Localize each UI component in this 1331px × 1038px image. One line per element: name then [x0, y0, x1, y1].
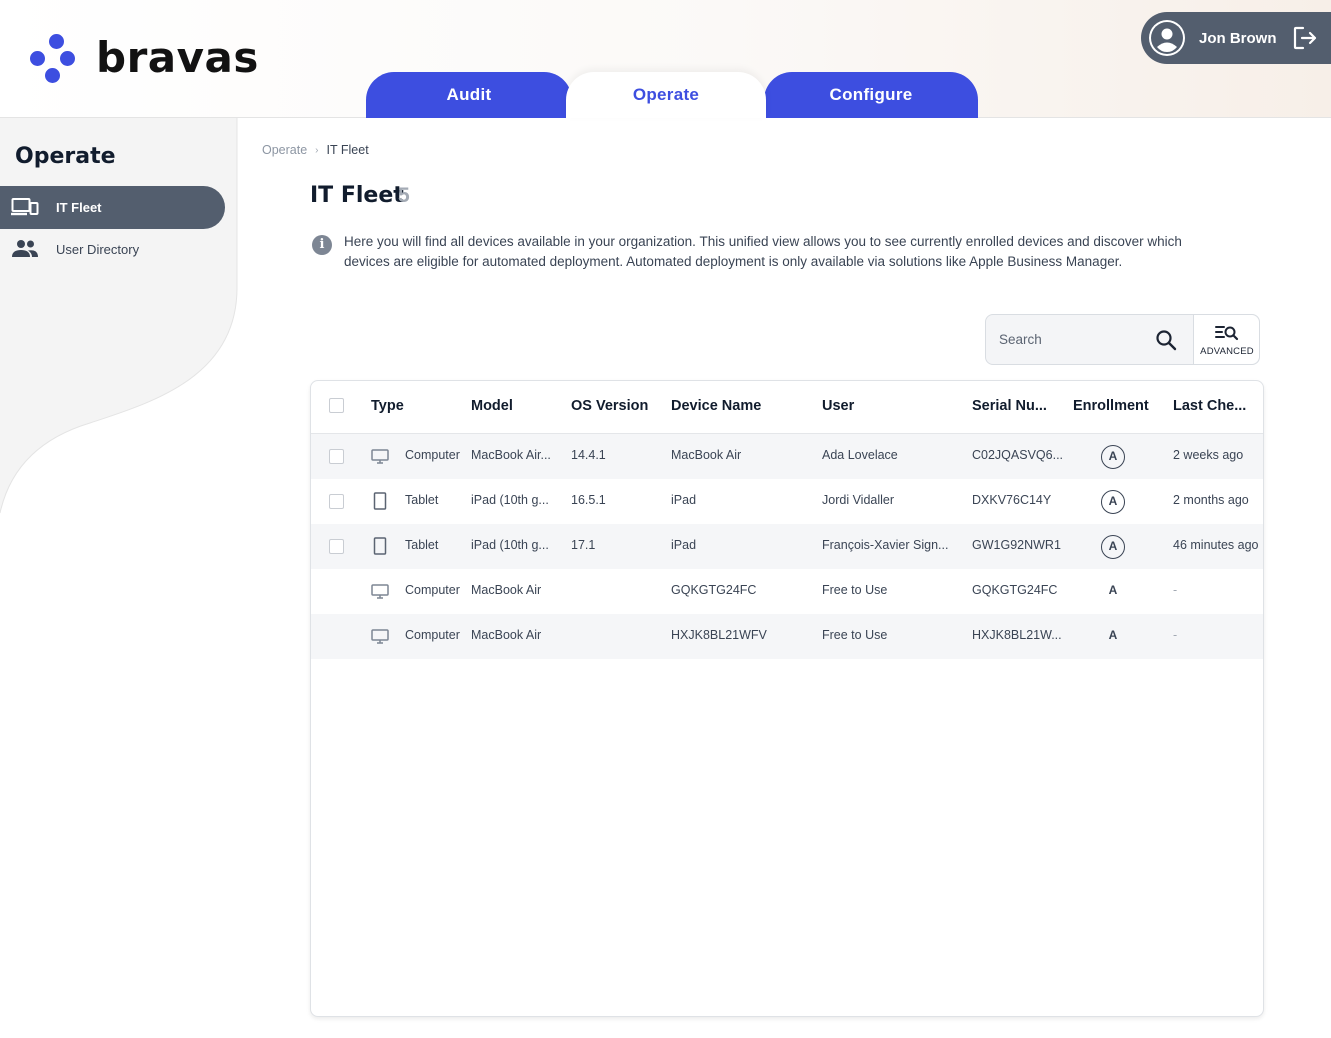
info-description: Here you will find all devices available…	[344, 234, 1182, 269]
cell-os-version: 17.1	[571, 538, 596, 552]
tab-operate[interactable]: Operate	[566, 72, 766, 118]
enrollment-badge: A	[1108, 583, 1118, 597]
table-row[interactable]: Tablet iPad (10th g... 17.1 iPad François-Xa…	[311, 524, 1263, 569]
monitor-icon	[371, 447, 389, 465]
cell-device-name: HXJK8BL21WFV	[671, 628, 767, 642]
bravas-logo[interactable]: bravas	[28, 30, 259, 86]
device-count: 5	[398, 184, 410, 207]
monitor-icon	[371, 627, 389, 645]
sidebar-item-user-directory[interactable]: User Directory	[0, 228, 225, 271]
table-row[interactable]: Tablet iPad (10th g... 16.5.1 iPad Jordi Vid…	[311, 479, 1263, 524]
advanced-label: ADVANCED	[1200, 346, 1254, 357]
column-header-user[interactable]: User	[822, 398, 854, 414]
tab-label: Configure	[829, 85, 913, 104]
table-row[interactable]: Computer MacBook Air... 14.4.1 MacBook Air A…	[311, 434, 1263, 479]
cell-serial-number: DXKV76C14Y	[972, 493, 1052, 507]
select-all-checkbox[interactable]	[329, 398, 344, 413]
sidebar-title: Operate	[15, 144, 116, 169]
tab-audit[interactable]: Audit	[366, 72, 572, 118]
breadcrumb: Operate › IT Fleet	[262, 143, 369, 157]
cell-device-name: iPad	[671, 538, 697, 552]
cell-type: Computer	[405, 628, 460, 642]
cell-type: Tablet	[405, 538, 439, 552]
breadcrumb-separator: ›	[315, 144, 319, 156]
column-header-type[interactable]: Type	[371, 398, 404, 414]
cell-serial-number: GQKGTG24FC	[972, 583, 1058, 597]
cell-user: François-Xavier Sign...	[822, 538, 949, 552]
breadcrumb-parent[interactable]: Operate	[262, 143, 307, 157]
logo-dots-icon	[28, 30, 84, 86]
advanced-search-icon	[1215, 326, 1239, 341]
info-icon: i	[312, 235, 332, 255]
tablet-icon	[371, 537, 389, 555]
cell-model: iPad (10th g...	[471, 538, 549, 552]
column-header-model[interactable]: Model	[471, 398, 513, 414]
user-menu[interactable]: Jon Brown	[1141, 12, 1331, 64]
sidebar-item-label: IT Fleet	[56, 200, 102, 215]
cell-serial-number: C02JQASVQ6...	[972, 448, 1064, 462]
cell-last-check-in: -	[1173, 628, 1178, 642]
cell-device-name: MacBook Air	[671, 448, 742, 462]
cell-model: MacBook Air	[471, 583, 542, 597]
cell-serial-number: HXJK8BL21W...	[972, 628, 1062, 642]
logout-icon[interactable]	[1292, 25, 1318, 51]
cell-type: Tablet	[405, 493, 439, 507]
advanced-search-button[interactable]: ADVANCED	[1193, 315, 1259, 364]
table-header: Type Model OS Version Device Name User S…	[311, 381, 1263, 434]
tab-configure[interactable]: Configure	[764, 72, 978, 118]
row-checkbox[interactable]	[329, 494, 344, 509]
cell-user: Free to Use	[822, 628, 888, 642]
cell-last-check-in: 2 months ago	[1173, 493, 1249, 507]
cell-type: Computer	[405, 448, 460, 462]
cell-user: Jordi Vidaller	[822, 493, 895, 507]
cell-type: Computer	[405, 583, 460, 597]
breadcrumb-current: IT Fleet	[326, 143, 369, 157]
column-header-last-check-in[interactable]: Last Che...	[1173, 398, 1246, 414]
search-box: ADVANCED	[985, 314, 1260, 365]
page-title: IT Fleet	[310, 183, 404, 208]
cell-model: iPad (10th g...	[471, 493, 549, 507]
cell-last-check-in: -	[1173, 583, 1178, 597]
cell-os-version: 16.5.1	[571, 493, 606, 507]
cell-last-check-in: 46 minutes ago	[1173, 538, 1259, 552]
cell-os-version: 14.4.1	[571, 448, 606, 462]
people-icon	[12, 240, 38, 257]
column-header-device-name[interactable]: Device Name	[671, 398, 761, 414]
user-name: Jon Brown	[1199, 29, 1277, 47]
column-header-serial-number[interactable]: Serial Nu...	[972, 398, 1047, 414]
cell-serial-number: GW1G92NWR1	[972, 538, 1061, 552]
monitor-icon	[371, 582, 389, 600]
enrollment-badge: A	[1101, 490, 1125, 514]
tab-label: Audit	[446, 85, 492, 104]
sidebar-item-it-fleet[interactable]: IT Fleet	[0, 186, 225, 229]
enrollment-badge: A	[1101, 535, 1125, 559]
devices-table: Type Model OS Version Device Name User S…	[310, 380, 1264, 1017]
user-circle-icon	[1149, 20, 1185, 56]
cell-model: MacBook Air	[471, 628, 542, 642]
search-icon[interactable]	[1154, 328, 1178, 352]
app-header: bravas Audit Configure Operate Jon Brown	[0, 0, 1331, 118]
cell-model: MacBook Air...	[471, 448, 551, 462]
column-header-enrollment[interactable]: Enrollment	[1073, 398, 1149, 414]
cell-user: Ada Lovelace	[822, 448, 898, 462]
table-row[interactable]: Computer MacBook Air HXJK8BL21WFV Free to U…	[311, 614, 1263, 659]
tab-label: Operate	[632, 85, 700, 104]
enrollment-badge: A	[1101, 445, 1125, 469]
cell-device-name: GQKGTG24FC	[671, 583, 757, 597]
brand-name: bravas	[96, 33, 259, 82]
cell-device-name: iPad	[671, 493, 697, 507]
sidebar-item-label: User Directory	[56, 242, 140, 257]
sidebar: Operate IT Fleet User Directory	[0, 118, 240, 1038]
row-checkbox[interactable]	[329, 449, 344, 464]
tablet-icon	[371, 492, 389, 510]
devices-icon	[11, 198, 39, 216]
column-header-os-version[interactable]: OS Version	[571, 398, 648, 414]
cell-last-check-in: 2 weeks ago	[1173, 448, 1244, 462]
cell-user: Free to Use	[822, 583, 888, 597]
enrollment-badge: A	[1108, 628, 1118, 642]
sidebar-background	[0, 118, 238, 514]
table-row[interactable]: Computer MacBook Air GQKGTG24FC Free to Use…	[311, 569, 1263, 614]
row-checkbox[interactable]	[329, 539, 344, 554]
